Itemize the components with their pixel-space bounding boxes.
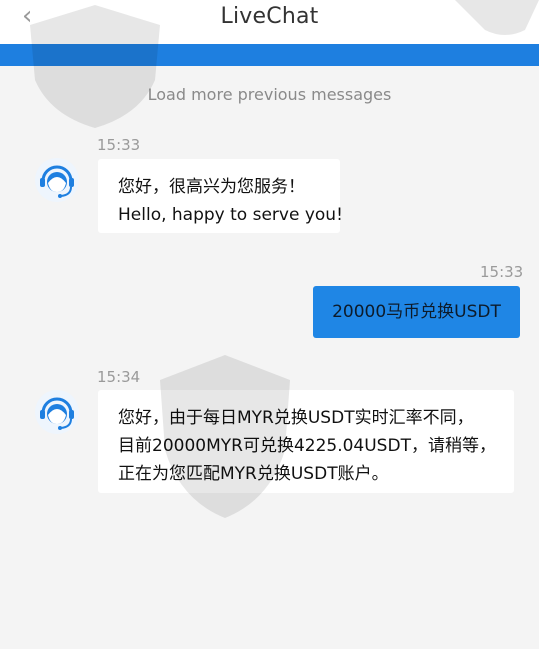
- outgoing-message-bubble: 20000马币兑换USDT: [313, 286, 520, 338]
- message-text: 目前20000MYR可兑换4225.04USDT，请稍等，: [118, 436, 496, 456]
- message-text: Hello, happy to serve you!: [118, 205, 343, 225]
- page-title: LiveChat: [220, 4, 319, 29]
- message-text: 20000马币兑换USDT: [332, 302, 501, 322]
- chat-header: ‹ LiveChat: [0, 0, 539, 44]
- message-text: 您好，很高兴为您服务！: [118, 177, 305, 197]
- support-agent-icon: [34, 157, 80, 203]
- message-timestamp: 15:33: [480, 263, 524, 281]
- message-timestamp: 15:33: [97, 136, 141, 154]
- support-agent-icon: [34, 389, 80, 435]
- load-more-link[interactable]: Load more previous messages: [0, 85, 539, 104]
- message-timestamp: 15:34: [97, 368, 141, 386]
- message-text: 正在为您匹配MYR兑换USDT账户。: [118, 464, 389, 484]
- incoming-message-bubble: 您好，由于每日MYR兑换USDT实时汇率不同， 目前20000MYR可兑换422…: [98, 390, 514, 493]
- message-text: 您好，由于每日MYR兑换USDT实时汇率不同，: [118, 408, 474, 428]
- accent-bar: [0, 44, 539, 66]
- incoming-message-bubble: 您好，很高兴为您服务！ Hello, happy to serve you!: [98, 159, 343, 233]
